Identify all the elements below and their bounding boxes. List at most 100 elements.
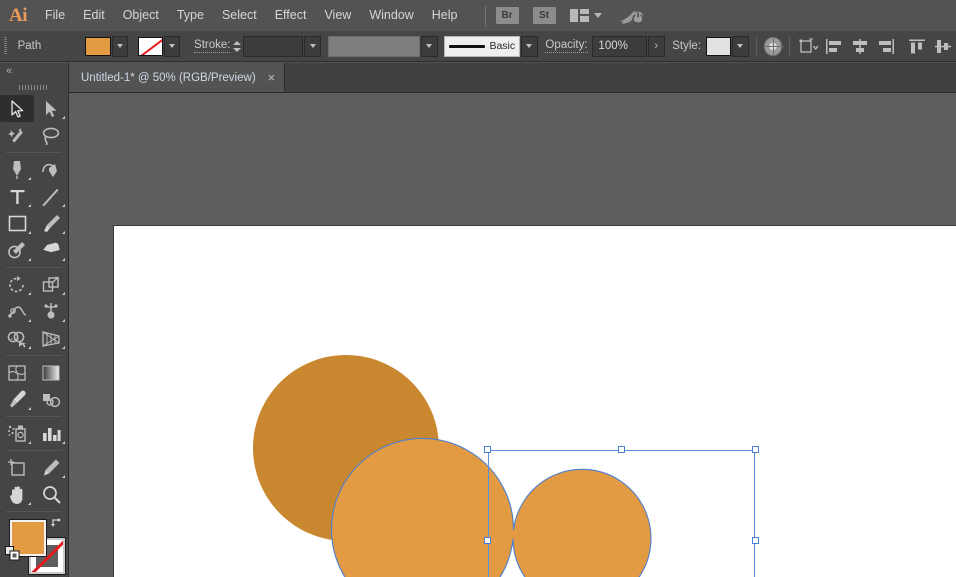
fill-color-swatch[interactable] — [85, 36, 111, 56]
hand-tool[interactable] — [0, 481, 34, 508]
tools-divider — [6, 355, 62, 356]
type-tool[interactable] — [0, 183, 34, 210]
tool-flyout-indicator — [28, 502, 31, 505]
stroke-color-swatch[interactable] — [137, 36, 163, 56]
fill-color-dropdown[interactable] — [111, 35, 129, 57]
align-horizontal-center-icon[interactable] — [850, 38, 870, 55]
tool-flyout-indicator — [62, 346, 65, 349]
tool-flyout-indicator — [62, 258, 65, 261]
free-transform-tool[interactable] — [34, 298, 68, 325]
rotate-tool[interactable] — [0, 271, 34, 298]
menubar-divider — [484, 5, 486, 26]
curvature-tool[interactable] — [34, 156, 68, 183]
selection-handle-middle-right[interactable] — [752, 537, 759, 544]
tools-panel-grip[interactable] — [0, 79, 68, 95]
align-vertical-center-icon[interactable] — [933, 38, 953, 55]
stroke-weight-stepper[interactable] — [230, 36, 243, 57]
swap-fill-stroke-icon[interactable] — [50, 518, 64, 532]
lasso-tool[interactable] — [34, 122, 68, 149]
align-right-icon[interactable] — [876, 38, 896, 55]
tools-divider — [6, 152, 62, 153]
tool-flyout-indicator — [62, 319, 65, 322]
rectangle-tool[interactable] — [0, 210, 34, 237]
menu-type[interactable]: Type — [168, 0, 213, 31]
tool-row — [0, 325, 68, 352]
recolor-artwork-icon[interactable] — [763, 36, 785, 57]
close-icon[interactable]: × — [268, 71, 276, 84]
tool-flyout-indicator — [28, 319, 31, 322]
gradient-tool[interactable] — [34, 359, 68, 386]
graphic-style-dropdown[interactable] — [732, 35, 749, 57]
variable-width-profile[interactable] — [327, 35, 421, 57]
eraser-tool[interactable] — [34, 237, 68, 264]
menu-effect[interactable]: Effect — [266, 0, 316, 31]
selection-bounding-box[interactable] — [484, 446, 759, 577]
tool-row — [0, 122, 68, 149]
style-label: Style: — [672, 40, 702, 52]
opacity-options-button[interactable]: › — [648, 35, 665, 57]
opacity-input[interactable]: 100% — [592, 35, 647, 57]
stroke-weight-dropdown[interactable] — [304, 35, 321, 57]
column-graph-tool[interactable] — [34, 420, 68, 447]
menu-edit[interactable]: Edit — [74, 0, 114, 31]
eyedropper-tool[interactable] — [0, 386, 34, 413]
mesh-tool[interactable] — [0, 359, 34, 386]
control-panel-grip[interactable] — [0, 31, 12, 62]
stroke-color-dropdown[interactable] — [163, 35, 181, 57]
selection-tool[interactable] — [0, 95, 34, 122]
menu-object[interactable]: Object — [114, 0, 168, 31]
tool-flyout-indicator — [62, 231, 65, 234]
shape-builder-tool[interactable] — [0, 325, 34, 352]
default-fill-stroke-icon[interactable] — [5, 546, 20, 561]
stock-button[interactable]: St — [532, 7, 556, 24]
scale-tool[interactable] — [34, 271, 68, 298]
selection-handle-top-center[interactable] — [618, 446, 625, 453]
selection-handle-top-left[interactable] — [484, 446, 491, 453]
menu-file[interactable]: File — [36, 0, 74, 31]
selection-edge-right — [754, 450, 755, 577]
perspective-grid-tool[interactable] — [34, 325, 68, 352]
align-left-icon[interactable] — [824, 38, 844, 55]
tools-divider — [6, 416, 62, 417]
blend-tool[interactable] — [34, 386, 68, 413]
variable-width-dropdown[interactable] — [421, 35, 438, 57]
menu-help[interactable]: Help — [423, 0, 467, 31]
tool-flyout-indicator — [28, 346, 31, 349]
pen-tool[interactable] — [0, 156, 34, 183]
selection-handle-top-right[interactable] — [752, 446, 759, 453]
tool-row — [0, 386, 68, 413]
search-rocket-icon[interactable] — [618, 6, 646, 26]
tool-flyout-indicator — [62, 116, 65, 119]
magic-wand-tool[interactable] — [0, 122, 34, 149]
stroke-weight-input[interactable] — [243, 35, 304, 57]
document-tab[interactable]: Untitled-1* @ 50% (RGB/Preview) × — [69, 63, 286, 92]
direct-selection-tool[interactable] — [34, 95, 68, 122]
width-tool[interactable] — [0, 298, 34, 325]
menu-window[interactable]: Window — [360, 0, 422, 31]
symbol-sprayer-tool[interactable] — [0, 420, 34, 447]
zoom-tool[interactable] — [34, 481, 68, 508]
tool-flyout-indicator — [62, 441, 65, 444]
document-tab-bar: Untitled-1* @ 50% (RGB/Preview) × — [69, 63, 956, 93]
align-top-icon[interactable] — [907, 38, 927, 55]
slice-tool[interactable] — [34, 454, 68, 481]
collapse-panel-button[interactable]: « — [0, 63, 68, 79]
workspace-switcher[interactable] — [569, 9, 602, 22]
bridge-button[interactable]: Br — [495, 7, 519, 24]
artboard-tool[interactable] — [0, 454, 34, 481]
tool-flyout-indicator — [28, 407, 31, 410]
tool-row — [0, 156, 68, 183]
shaper-tool[interactable] — [0, 237, 34, 264]
transform-anchor-icon[interactable] — [797, 37, 819, 55]
canvas-area[interactable] — [69, 93, 956, 577]
selection-handle-middle-left[interactable] — [484, 537, 491, 544]
paintbrush-tool[interactable] — [34, 210, 68, 237]
brush-definition-field[interactable]: Basic — [444, 35, 521, 57]
brush-definition-dropdown[interactable] — [521, 35, 538, 57]
graphic-style-swatch[interactable] — [705, 36, 732, 56]
line-segment-tool[interactable] — [34, 183, 68, 210]
tool-row — [0, 359, 68, 386]
menu-select[interactable]: Select — [213, 0, 266, 31]
menu-view[interactable]: View — [315, 0, 360, 31]
tool-row — [0, 237, 68, 264]
